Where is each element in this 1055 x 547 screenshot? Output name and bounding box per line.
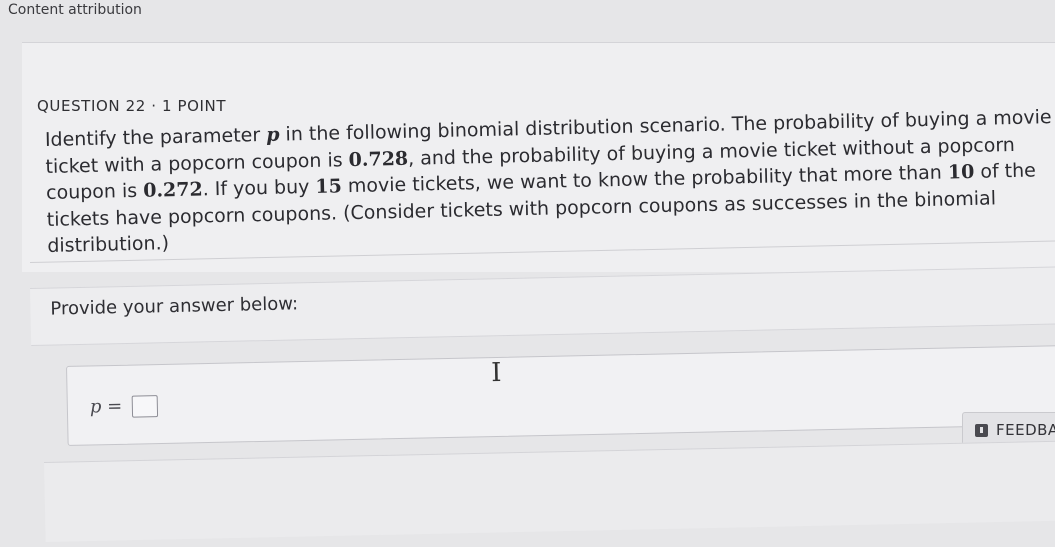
content-attribution-link[interactable]: Content attribution [8,2,142,18]
bottom-panel [44,440,1055,542]
text-cursor-icon: I [490,357,502,389]
question-text: Identify the parameter p in the followin… [44,76,1055,259]
answer-prompt-row: Provide your answer below: [30,266,1055,346]
ticket-count: 15 [315,175,343,198]
feedback-icon [975,423,988,437]
probability-without-coupon: 0.272 [142,178,203,202]
success-threshold: 10 [947,160,975,184]
answer-box[interactable]: p = I [66,345,1055,446]
question-text-part: . If you buy [202,175,316,201]
probability-with-coupon: 0.728 [348,147,409,171]
answer-input[interactable] [131,395,159,418]
parameter-symbol: p [265,123,280,146]
answer-prompt: Provide your answer below: [50,293,299,320]
question-text-part: Identify the parameter [44,123,267,151]
feedback-label: FEEDBA [996,421,1055,439]
answer-label: p = [89,395,123,418]
